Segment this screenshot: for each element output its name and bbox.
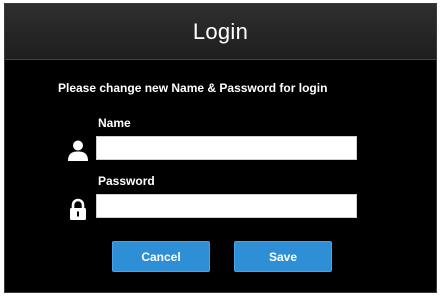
dialog-titlebar: Login — [5, 4, 436, 60]
user-icon — [68, 140, 88, 161]
save-button[interactable]: Save — [234, 241, 332, 272]
instruction-text: Please change new Name & Password for lo… — [58, 81, 328, 95]
name-input[interactable] — [96, 136, 357, 160]
password-label: Password — [98, 174, 155, 188]
lock-icon — [70, 198, 86, 220]
name-label: Name — [98, 116, 131, 130]
login-dialog: Login Please change new Name & Password … — [4, 3, 437, 293]
cancel-button[interactable]: Cancel — [112, 241, 210, 272]
password-input[interactable] — [96, 194, 357, 218]
dialog-title: Login — [192, 18, 249, 44]
